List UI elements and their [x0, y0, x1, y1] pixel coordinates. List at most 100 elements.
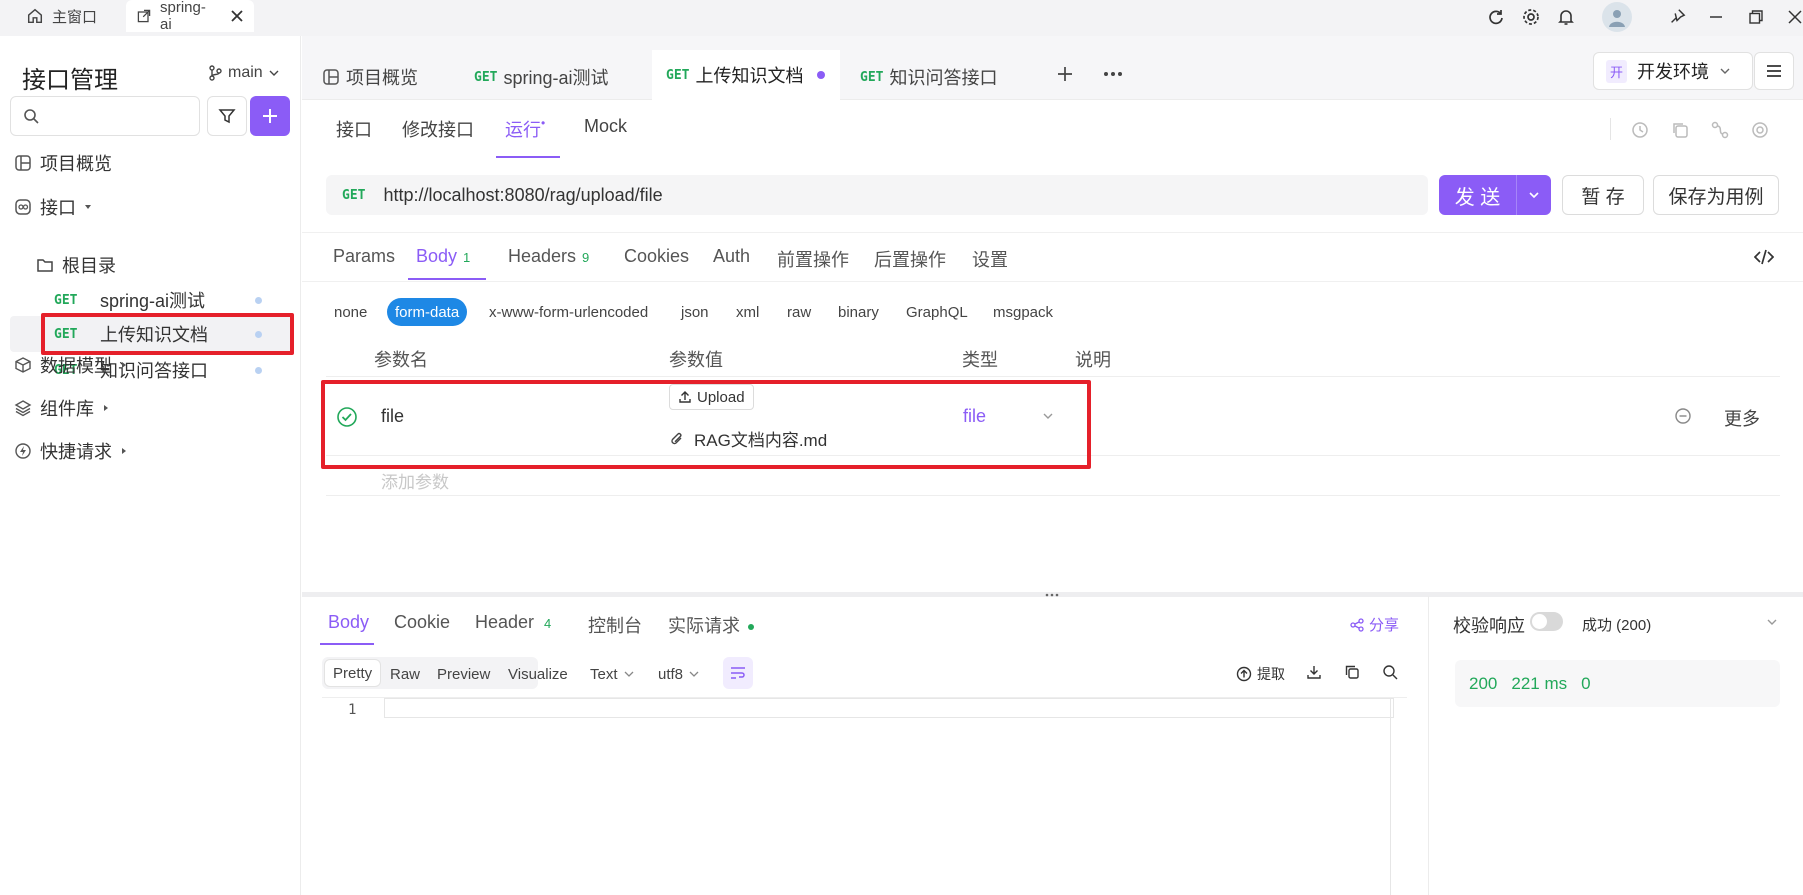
tab-params[interactable]: Params — [333, 246, 395, 267]
tree-endpoint-spring-ai[interactable]: GET spring-ai测试 — [42, 283, 282, 317]
refresh-icon[interactable] — [1484, 5, 1508, 29]
share-link-icon[interactable] — [1710, 120, 1730, 140]
nav-quick-request[interactable]: 快捷请求 — [14, 438, 128, 464]
tab-upload-doc[interactable]: GET 上传知识文档 — [652, 50, 840, 100]
bell-icon[interactable] — [1554, 5, 1578, 29]
body-type-none[interactable]: none — [326, 298, 375, 326]
close-tab-icon[interactable] — [230, 9, 244, 23]
download-icon[interactable] — [1306, 664, 1322, 680]
body-type-xml[interactable]: xml — [728, 298, 767, 326]
validate-toggle[interactable] — [1530, 612, 1563, 631]
tab-settings[interactable]: 设置 — [972, 246, 1008, 272]
save-as-case-button[interactable]: 保存为用例 — [1653, 175, 1779, 215]
body-type-json[interactable]: json — [673, 298, 717, 326]
tree-root-folder[interactable]: 根目录 — [36, 252, 116, 278]
search-icon[interactable] — [1382, 664, 1398, 680]
new-tab-icon[interactable] — [1055, 64, 1075, 84]
nav-api[interactable]: 接口 — [14, 194, 92, 220]
send-button[interactable]: 发 送 — [1439, 175, 1517, 215]
sidebar-title: 接口管理 — [22, 67, 118, 94]
save-temp-button[interactable]: 暂 存 — [1562, 175, 1644, 215]
more-button[interactable]: 更多 — [1724, 405, 1760, 431]
tab-headers[interactable]: Headers 9 — [508, 246, 589, 267]
search-input[interactable] — [10, 96, 200, 136]
tab-qa[interactable]: GET 知识问答接口 — [860, 52, 997, 102]
branch-selector[interactable]: main — [208, 64, 279, 82]
response-tab-console[interactable]: 控制台 — [588, 612, 642, 638]
environment-selector[interactable]: 开 开发环境 — [1593, 52, 1753, 90]
add-button[interactable] — [250, 96, 290, 136]
nav-project-overview[interactable]: 项目概览 — [14, 150, 112, 176]
status-select[interactable]: 成功 (200) — [1582, 614, 1651, 635]
text-type-select[interactable]: Text — [582, 660, 642, 688]
nav-data-models[interactable]: 数据模型 — [14, 352, 128, 378]
history-icon[interactable] — [1630, 120, 1650, 140]
copy-icon[interactable] — [1344, 664, 1360, 680]
format-visualize[interactable]: Visualize — [500, 660, 576, 688]
subtab-api[interactable]: 接口 — [336, 116, 372, 142]
wrap-toggle[interactable] — [723, 657, 753, 689]
chevron-down-icon[interactable] — [1766, 616, 1778, 628]
column-header-type: 类型 — [962, 350, 998, 370]
tab-headers-label: Headers — [508, 246, 577, 266]
home-window-tab[interactable]: 主窗口 — [26, 0, 97, 32]
tab-post-actions[interactable]: 后置操作 — [874, 246, 946, 272]
response-tab-cookie[interactable]: Cookie — [394, 612, 450, 633]
more-tabs-icon[interactable] — [1102, 64, 1124, 84]
subtab-run[interactable]: 运行• — [505, 116, 545, 142]
filter-button[interactable] — [207, 96, 247, 136]
body-type-graphql[interactable]: GraphQL — [898, 298, 976, 326]
encoding-select[interactable]: utf8 — [650, 660, 707, 688]
extract-button[interactable]: 提取 — [1236, 664, 1285, 684]
response-tab-actual-request[interactable]: 实际请求 — [668, 612, 754, 638]
response-time: 221 ms — [1511, 673, 1568, 693]
settings-icon[interactable] — [1750, 120, 1770, 140]
tab-body[interactable]: Body 1 — [416, 246, 470, 267]
settings-gear-icon[interactable] — [1519, 5, 1543, 29]
project-window-tab[interactable]: spring-ai — [126, 0, 254, 33]
count-badge: 4 — [544, 616, 552, 631]
status-dot — [255, 367, 262, 374]
body-type-raw[interactable]: raw — [779, 298, 819, 326]
share-icon — [1350, 617, 1364, 632]
body-type-urlencoded[interactable]: x-www-form-urlencoded — [481, 298, 656, 326]
response-summary: 200 221 ms 0 — [1455, 660, 1780, 707]
format-pretty[interactable]: Pretty — [324, 659, 382, 687]
body-type-binary[interactable]: binary — [830, 298, 887, 326]
send-options-button[interactable] — [1517, 175, 1551, 215]
response-tab-header[interactable]: Header 4 — [475, 612, 551, 633]
subtab-mock[interactable]: Mock — [584, 116, 627, 137]
avatar[interactable] — [1602, 2, 1632, 32]
code-icon[interactable] — [1754, 248, 1774, 266]
minimize-icon[interactable] — [1704, 5, 1728, 29]
subtab-edit[interactable]: 修改接口 — [402, 116, 474, 142]
body-type-form-data[interactable]: form-data — [387, 298, 468, 326]
nav-components[interactable]: 组件库 — [14, 395, 110, 421]
format-raw[interactable]: Raw — [382, 660, 428, 688]
close-window-icon[interactable] — [1783, 5, 1803, 29]
response-editor[interactable]: 1 — [322, 697, 1407, 895]
restore-icon[interactable] — [1744, 5, 1768, 29]
menu-button[interactable] — [1754, 52, 1794, 90]
tab-pre-actions[interactable]: 前置操作 — [777, 246, 849, 272]
remove-param-icon[interactable] — [1674, 407, 1692, 425]
pin-icon[interactable] — [1665, 5, 1689, 29]
text-type-label: Text — [590, 665, 618, 683]
body-type-msgpack[interactable]: msgpack — [985, 298, 1061, 326]
drag-handle-icon[interactable] — [1044, 592, 1060, 598]
send-button-group: 发 送 — [1439, 175, 1551, 215]
add-param-input[interactable]: 添加参数 — [381, 468, 449, 493]
tab-cookies[interactable]: Cookies — [624, 246, 689, 267]
tab-auth[interactable]: Auth — [713, 246, 750, 267]
title-bar: 主窗口 spring-ai — [0, 0, 1803, 36]
copy-icon[interactable] — [1670, 120, 1690, 140]
url-bar[interactable]: GET http://localhost:8080/rag/upload/fil… — [326, 175, 1428, 215]
response-tab-body[interactable]: Body — [328, 612, 369, 633]
format-preview[interactable]: Preview — [429, 660, 498, 688]
unsaved-dot — [817, 71, 826, 79]
nav-quick-label: 快捷请求 — [40, 442, 112, 462]
url-input[interactable]: http://localhost:8080/rag/upload/file — [383, 185, 662, 206]
share-button[interactable]: 分享 — [1350, 614, 1399, 635]
tab-spring-ai[interactable]: GET spring-ai测试 — [474, 52, 609, 102]
tab-project-overview[interactable]: 项目概览 — [322, 52, 418, 102]
